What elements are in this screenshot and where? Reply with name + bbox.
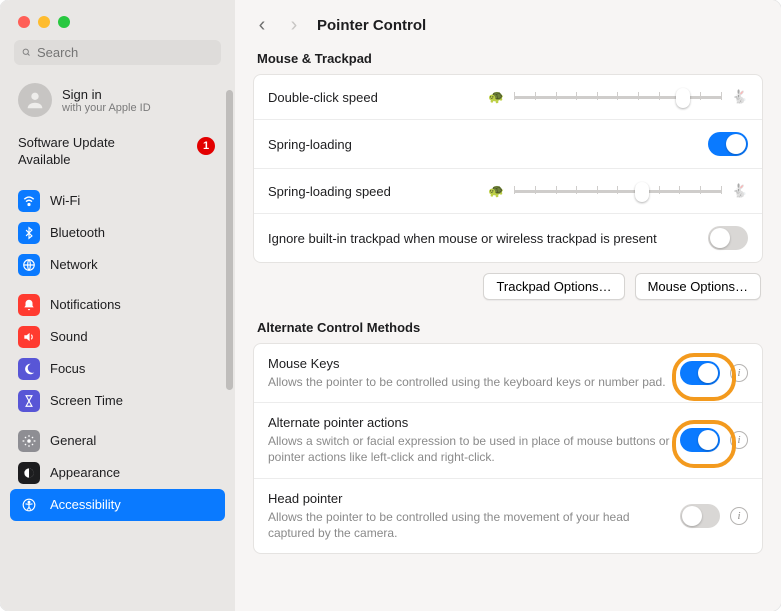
window-controls bbox=[0, 0, 235, 40]
search-field[interactable] bbox=[14, 40, 221, 65]
sidebar-item-accessibility[interactable]: Accessibility bbox=[10, 489, 225, 521]
sidebar-item-appearance[interactable]: Appearance bbox=[10, 457, 225, 489]
forward-button: › bbox=[285, 14, 303, 37]
signin-subtitle: with your Apple ID bbox=[62, 102, 151, 114]
sidebar-item-label: Screen Time bbox=[50, 393, 123, 408]
bluetooth-icon bbox=[18, 222, 40, 244]
sidebar-item-label: Network bbox=[50, 257, 98, 272]
row-head-pointer: Head pointer Allows the pointer to be co… bbox=[254, 479, 762, 553]
ignore-trackpad-toggle[interactable] bbox=[708, 226, 748, 250]
spring-loading-toggle[interactable] bbox=[708, 132, 748, 156]
spring-loading-label: Spring-loading bbox=[268, 137, 698, 152]
alt-actions-label: Alternate pointer actions bbox=[268, 415, 670, 430]
network-icon bbox=[18, 254, 40, 276]
spring-speed-slider[interactable] bbox=[514, 181, 722, 201]
row-spring-speed: Spring-loading speed 🐢 🐇 bbox=[254, 169, 762, 214]
row-spring-loading: Spring-loading bbox=[254, 120, 762, 169]
slow-icon: 🐢 bbox=[488, 183, 504, 199]
sidebar-item-wifi[interactable]: Wi-Fi bbox=[10, 185, 225, 217]
row-double-click-speed: Double-click speed 🐢 🐇 bbox=[254, 75, 762, 120]
sidebar-item-bluetooth[interactable]: Bluetooth bbox=[10, 217, 225, 249]
head-pointer-info-icon[interactable]: i bbox=[730, 507, 748, 525]
notifications-icon bbox=[18, 294, 40, 316]
sidebar-item-label: Wi-Fi bbox=[50, 193, 80, 208]
double-click-label: Double-click speed bbox=[268, 90, 478, 105]
row-mouse-keys: Mouse Keys Allows the pointer to be cont… bbox=[254, 344, 762, 403]
alternate-methods-panel: Mouse Keys Allows the pointer to be cont… bbox=[253, 343, 763, 554]
wifi-icon bbox=[18, 190, 40, 212]
sidebar-item-focus[interactable]: Focus bbox=[10, 353, 225, 385]
general-icon bbox=[18, 430, 40, 452]
mouse-keys-info-icon[interactable]: i bbox=[730, 364, 748, 382]
mouse-keys-desc: Allows the pointer to be controlled usin… bbox=[268, 374, 670, 390]
search-input[interactable] bbox=[37, 45, 213, 60]
sidebar-item-label: Sound bbox=[50, 329, 88, 344]
mouse-options-button[interactable]: Mouse Options… bbox=[635, 273, 761, 300]
mouse-trackpad-panel: Double-click speed 🐢 🐇 Spring-loading Sp… bbox=[253, 74, 763, 263]
signin-title: Sign in bbox=[62, 87, 151, 102]
spring-speed-label: Spring-loading speed bbox=[268, 184, 478, 199]
sound-icon bbox=[18, 326, 40, 348]
head-pointer-toggle[interactable] bbox=[680, 504, 720, 528]
sidebar-item-label: Bluetooth bbox=[50, 225, 105, 240]
trackpad-options-button[interactable]: Trackpad Options… bbox=[483, 273, 624, 300]
head-pointer-desc: Allows the pointer to be controlled usin… bbox=[268, 509, 670, 541]
sidebar-item-label: Accessibility bbox=[50, 497, 121, 512]
section-title-alternate: Alternate Control Methods bbox=[257, 320, 759, 335]
fast-icon: 🐇 bbox=[732, 89, 748, 105]
sidebar-item-general[interactable]: General bbox=[10, 425, 225, 457]
page-title: Pointer Control bbox=[317, 17, 426, 34]
sidebar-item-network[interactable]: Network bbox=[10, 249, 225, 281]
update-badge: 1 bbox=[197, 137, 215, 155]
back-button[interactable]: ‹ bbox=[253, 14, 271, 37]
sidebar-item-notifications[interactable]: Notifications bbox=[10, 289, 225, 321]
minimize-icon[interactable] bbox=[38, 16, 50, 28]
accessibility-icon bbox=[18, 494, 40, 516]
sidebar-item-label: Focus bbox=[50, 361, 85, 376]
sidebar: Sign in with your Apple ID Software Upda… bbox=[0, 0, 235, 611]
close-icon[interactable] bbox=[18, 16, 30, 28]
appearance-icon bbox=[18, 462, 40, 484]
avatar bbox=[18, 83, 52, 117]
alt-actions-toggle[interactable] bbox=[680, 428, 720, 452]
double-click-slider[interactable] bbox=[514, 87, 722, 107]
main-content: ‹ › Pointer Control Mouse & Trackpad Dou… bbox=[235, 0, 781, 611]
maximize-icon[interactable] bbox=[58, 16, 70, 28]
sidebar-item-screen-time[interactable]: Screen Time bbox=[10, 385, 225, 417]
sidebar-item-label: Notifications bbox=[50, 297, 121, 312]
screen-time-icon bbox=[18, 390, 40, 412]
search-icon bbox=[22, 46, 31, 59]
row-alt-actions: Alternate pointer actions Allows a switc… bbox=[254, 403, 762, 478]
ignore-trackpad-label: Ignore built-in trackpad when mouse or w… bbox=[268, 231, 698, 246]
focus-icon bbox=[18, 358, 40, 380]
head-pointer-label: Head pointer bbox=[268, 491, 670, 506]
sidebar-scrollbar[interactable] bbox=[226, 90, 233, 390]
header: ‹ › Pointer Control bbox=[253, 14, 763, 37]
row-ignore-trackpad: Ignore built-in trackpad when mouse or w… bbox=[254, 214, 762, 262]
mouse-keys-label: Mouse Keys bbox=[268, 356, 670, 371]
slow-icon: 🐢 bbox=[488, 89, 504, 105]
software-update-label: Software Update Available bbox=[18, 135, 168, 169]
sidebar-item-label: Appearance bbox=[50, 465, 120, 480]
section-title-mouse: Mouse & Trackpad bbox=[257, 51, 759, 66]
mouse-keys-toggle[interactable] bbox=[680, 361, 720, 385]
alt-actions-desc: Allows a switch or facial expression to … bbox=[268, 433, 670, 465]
sidebar-item-label: General bbox=[50, 433, 96, 448]
alt-actions-info-icon[interactable]: i bbox=[730, 431, 748, 449]
signin-row[interactable]: Sign in with your Apple ID bbox=[0, 75, 235, 129]
fast-icon: 🐇 bbox=[732, 183, 748, 199]
sidebar-item-sound[interactable]: Sound bbox=[10, 321, 225, 353]
software-update-row[interactable]: Software Update Available 1 bbox=[0, 129, 235, 181]
